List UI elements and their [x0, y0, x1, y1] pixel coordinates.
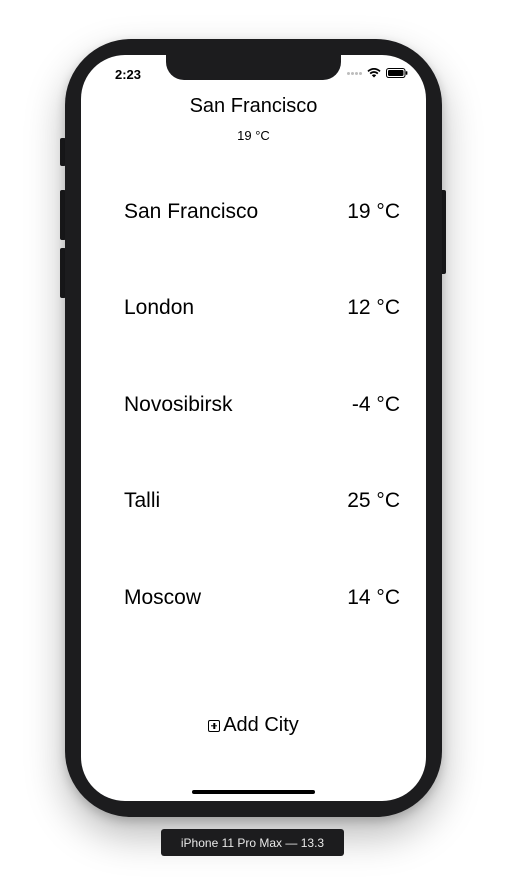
battery-icon [386, 68, 408, 78]
city-row-moscow[interactable]: Moscow 14 °C [124, 581, 400, 615]
header-city-title: San Francisco [189, 95, 318, 117]
cellular-signal-icon [347, 71, 362, 75]
city-name: Novosibirsk [124, 392, 233, 416]
notch [166, 55, 341, 80]
city-temperature: 19 °C [347, 200, 400, 223]
city-temperature: -4 °C [351, 392, 400, 416]
home-indicator[interactable] [192, 790, 315, 794]
city-temperature: 12 °C [347, 296, 400, 319]
add-city-label: Add City [223, 714, 299, 736]
plus-square-icon [208, 719, 221, 732]
city-name: Talli [124, 489, 161, 512]
device-label: iPhone 11 Pro Max — 13.3 [161, 829, 344, 856]
city-row-novosibirsk[interactable]: Novosibirsk -4 °C [124, 388, 400, 422]
city-name: London [124, 296, 195, 319]
city-row-talli[interactable]: Talli 25 °C [124, 484, 400, 518]
add-city-button[interactable]: Add City [81, 714, 426, 737]
city-temperature: 25 °C [347, 489, 400, 512]
header-temperature: 19 °C [237, 128, 270, 143]
city-list: San Francisco 19 °C London 12 °C Novosib… [124, 195, 400, 677]
city-row-london[interactable]: London 12 °C [124, 291, 400, 325]
city-name: Moscow [124, 585, 202, 609]
device-screen: 2:23 San Francisco 19 °C San Francisco 1… [81, 55, 426, 801]
city-temperature: 14 °C [347, 585, 400, 609]
status-indicators [347, 68, 408, 78]
wifi-icon [367, 68, 381, 78]
status-time: 2:23 [115, 67, 142, 82]
simulator-window: 2:23 San Francisco 19 °C San Francisco 1… [0, 0, 506, 892]
city-row-san-francisco[interactable]: San Francisco 19 °C [124, 195, 400, 229]
city-name: San Francisco [124, 200, 259, 223]
